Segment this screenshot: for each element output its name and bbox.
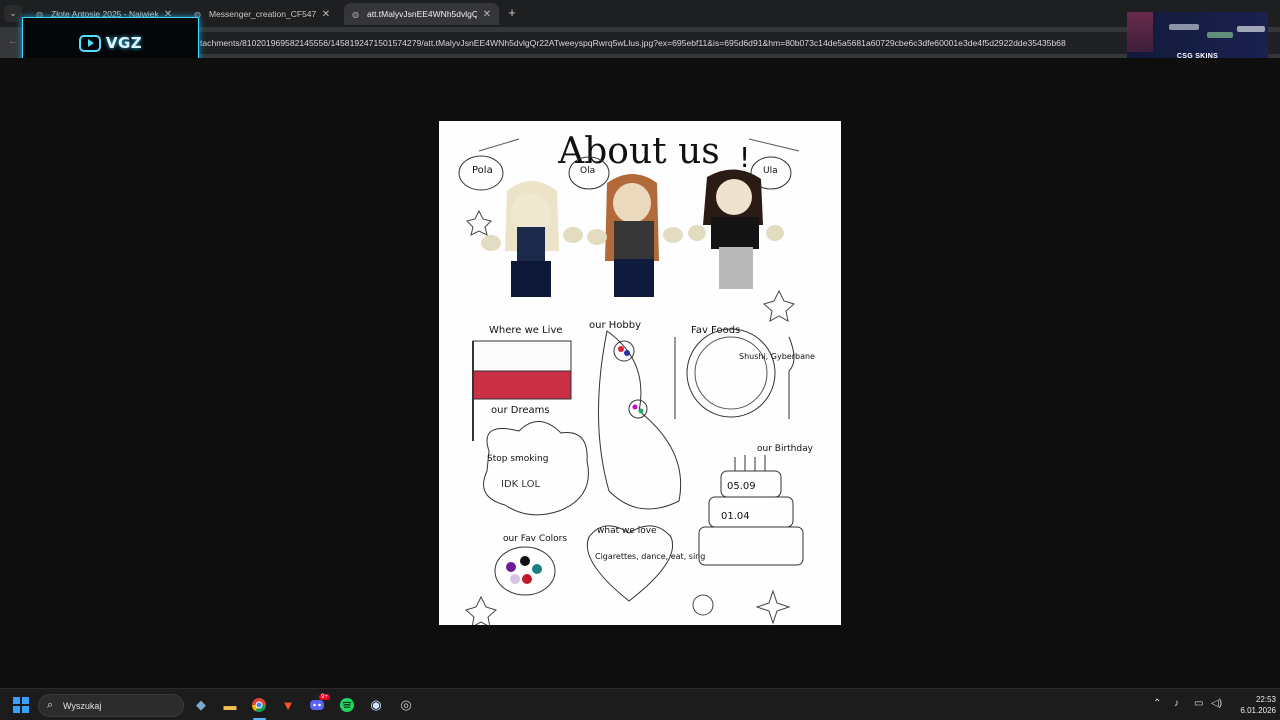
chevron-up-icon[interactable]: ⌃ bbox=[1153, 698, 1161, 709]
label-our-birthday: our Birthday bbox=[757, 444, 814, 454]
character-dark-hair bbox=[688, 169, 784, 289]
name-label-1: Pola bbox=[472, 165, 493, 176]
tab-title: Messenger_creation_CF547887 bbox=[209, 9, 316, 19]
tab-messenger-creation[interactable]: ◍ Messenger_creation_CF547887 ✕ bbox=[186, 3, 338, 25]
steam-icon[interactable]: ◉ bbox=[366, 695, 386, 715]
tab-title: att.tMalyvJsnEE4WNh5dvlgQr2 bbox=[367, 9, 477, 19]
label-our-hobby: our Hobby bbox=[589, 320, 641, 331]
brave-icon[interactable]: ▼ bbox=[278, 695, 298, 715]
taskbar: ⌕ Wyszukaj ◆ ▬ ▼ 9+ ◉ ◎ ⌃ ♪ ▭ ◁) 22:53 6… bbox=[0, 688, 1280, 720]
character-ginger bbox=[587, 174, 683, 297]
close-icon[interactable]: ✕ bbox=[320, 9, 332, 20]
weapon-skin-image bbox=[1169, 24, 1199, 30]
spotify-icon[interactable] bbox=[337, 695, 357, 715]
search-placeholder: Wyszukaj bbox=[63, 701, 102, 711]
volume-icon[interactable]: ◁) bbox=[1211, 698, 1222, 709]
system-clock[interactable]: 22:53 6.01.2026 bbox=[1226, 694, 1276, 716]
label-fav-colors: our Fav Colors bbox=[503, 534, 567, 544]
search-icon: ⌕ bbox=[47, 699, 54, 711]
name-label-3: Ula bbox=[763, 166, 778, 176]
back-arrow-icon[interactable]: ← bbox=[8, 35, 19, 47]
network-icon[interactable]: ▭ bbox=[1194, 698, 1203, 709]
love-text: Cigarettes, dance, eat, sing bbox=[595, 552, 705, 561]
label-fav-foods: Fav Foods bbox=[691, 325, 740, 336]
tab-search-button[interactable]: ⌄ bbox=[4, 5, 22, 22]
character-portrait bbox=[1127, 12, 1153, 52]
play-icon bbox=[78, 34, 101, 52]
file-explorer-icon[interactable]: ▬ bbox=[220, 695, 240, 715]
csg-skins-banner: CSG SKINS bbox=[1127, 12, 1268, 62]
windows-start-button[interactable] bbox=[13, 697, 29, 713]
label-what-we-love: what we love bbox=[597, 526, 657, 536]
clock-date: 6.01.2026 bbox=[1240, 706, 1276, 715]
globe-icon: ◍ bbox=[352, 9, 359, 19]
food-text: Shushi, Gyberbane bbox=[739, 352, 815, 361]
chrome-icon[interactable] bbox=[249, 695, 269, 715]
dream-text-idk: IDK LOL bbox=[501, 479, 540, 490]
clock-time: 22:53 bbox=[1255, 695, 1276, 704]
taskbar-search[interactable]: ⌕ Wyszukaj bbox=[38, 694, 184, 717]
name-label-2: Ola bbox=[580, 166, 595, 176]
cake-date-1: 05.09 bbox=[727, 481, 756, 492]
character-blonde bbox=[481, 181, 583, 297]
image-viewer: About us ! Pola Ola Ula Where we Live ou… bbox=[0, 58, 1280, 688]
weapon-skin-image bbox=[1207, 32, 1233, 38]
tab-image-attachment[interactable]: ◍ att.tMalyvJsnEE4WNh5dvlgQr2 ✕ bbox=[344, 3, 499, 25]
url-text[interactable]: tachments/810201969582145556/14581924715… bbox=[200, 38, 1130, 48]
vgz-logo-text: VGZ bbox=[105, 34, 143, 52]
label-where-we-live: Where we Live bbox=[489, 325, 563, 336]
new-tab-button[interactable]: + bbox=[505, 5, 519, 21]
discord-badge: 9+ bbox=[319, 694, 330, 700]
copilot-icon[interactable]: ◆ bbox=[191, 695, 211, 715]
obs-icon[interactable]: ◎ bbox=[396, 695, 416, 715]
microphone-icon[interactable]: ♪ bbox=[1174, 698, 1179, 709]
dream-text: Stop smoking bbox=[487, 454, 548, 464]
label-our-dreams: our Dreams bbox=[491, 405, 550, 416]
close-icon[interactable]: ✕ bbox=[481, 9, 493, 20]
about-us-drawing[interactable]: About us ! Pola Ola Ula Where we Live ou… bbox=[439, 121, 841, 625]
cake-date-2: 01.04 bbox=[721, 511, 750, 522]
svg-text:!: ! bbox=[739, 141, 750, 174]
weapon-skin-image bbox=[1237, 26, 1265, 32]
